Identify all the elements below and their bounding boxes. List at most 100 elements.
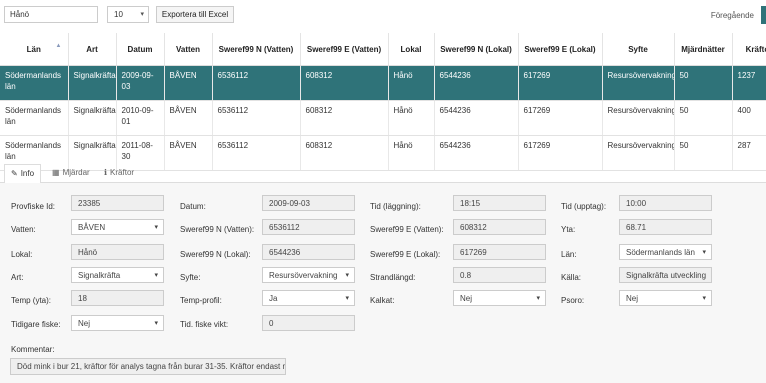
toolbar: 10 ▾ Exportera till Excel Föregående [0,0,766,30]
provfiske-id-field[interactable]: 23385 [71,195,164,211]
table-row[interactable]: Södermanlands län Signalkräfta 2010-09-0… [0,100,766,136]
psoro-select[interactable]: Nej ▾ [619,290,712,306]
chevron-down-icon: ▾ [154,272,158,279]
cell-sweref-n-vatten: 6536112 [212,100,301,136]
tid-laggning-field[interactable]: 18:15 [453,195,546,211]
export-excel-button[interactable]: Exportera till Excel [156,6,234,23]
temp-profil-select[interactable]: Ja ▾ [262,290,355,306]
cell-datum: 2010-09-01 [116,100,165,136]
kalkat-label: Kalkat: [370,296,395,305]
chevron-down-icon: ▾ [345,295,349,302]
syfte-value: Resursövervakning [269,271,338,280]
table-icon: ▦ [52,168,60,177]
chevron-down-icon: ▾ [702,295,706,302]
chevron-down-icon: ▾ [345,272,349,279]
syfte-select[interactable]: Resursövervakning ▾ [262,267,355,283]
lan-label: Län: [561,250,577,259]
tidigare-fiske-label: Tidigare fiske: [11,320,61,329]
col-header-lan[interactable]: Län ▲ [0,33,69,66]
strandlangd-field[interactable]: 0.8 [453,267,546,283]
results-table: Län ▲ Art Datum Vatten Sweref99 N (Vatten… [0,33,766,171]
chevron-down-icon: ▾ [702,249,706,256]
search-input[interactable] [4,6,98,23]
art-label: Art: [11,273,24,282]
tab-label: Info [20,169,35,178]
tab-kraftor[interactable]: ℹ Kräftor [98,164,140,182]
sort-asc-icon: ▲ [55,43,62,49]
sweref-e-vatten-field[interactable]: 608312 [453,219,546,235]
yta-label: Yta: [561,225,576,234]
cell-datum: 2009-09-03 [116,65,165,101]
tab-info[interactable]: ✎ Info [4,164,42,184]
chevron-down-icon: ▾ [536,295,540,302]
cell-vatten: BÅVEN [164,65,213,101]
cell-lan: Södermanlands län [0,100,69,136]
cell-lan: Södermanlands län [0,65,69,101]
tab-mjardar[interactable]: ▦ Mjärdar [46,164,96,182]
col-header-kraftor[interactable]: Kräftor [732,33,766,66]
sweref-n-vatten-label: Sweref99 N (Vatten): [180,225,255,234]
temp-profil-value: Ja [269,294,278,303]
col-header-lokal[interactable]: Lokal [388,33,435,66]
kommentar-label: Kommentar: [11,345,55,354]
psoro-value: Nej [626,294,639,303]
cell-sweref-e-lokal: 617269 [518,65,603,101]
syfte-label: Syfte: [180,273,201,282]
temp-yta-label: Temp (yta): [11,296,52,305]
temp-profil-label: Temp-profil: [180,296,222,305]
sweref-n-vatten-field[interactable]: 6536112 [262,219,355,235]
col-header-sweref-e-lokal[interactable]: Sweref99 E (Lokal) [518,33,603,66]
cell-sweref-e-vatten: 608312 [300,100,389,136]
kommentar-field[interactable]: Död mink i bur 21, kräftor för analys ta… [10,358,286,375]
kalla-field[interactable]: Signalkräfta utveckling [619,267,712,283]
col-header-vatten[interactable]: Vatten [164,33,213,66]
cell-sweref-n-vatten: 6536112 [212,65,301,101]
col-header-art[interactable]: Art [68,33,117,66]
lan-select[interactable]: Södermanlands län ▾ [619,244,712,260]
kalkat-select[interactable]: Nej ▾ [453,290,546,306]
col-header-mjardnatter[interactable]: Mjärdnätter [674,33,733,66]
temp-yta-field[interactable]: 18 [71,290,164,306]
tid-upptag-field[interactable]: 10:00 [619,195,712,211]
sweref-e-vatten-label: Sweref99 E (Vatten): [370,225,444,234]
cell-art: Signalkräfta [68,100,117,136]
tid-upptag-label: Tid (upptag): [561,202,607,211]
cell-lokal: Hånö [388,100,435,136]
detail-tabs: ✎ Info ▦ Mjärdar ℹ Kräftor [0,160,766,184]
sweref-n-lokal-field[interactable]: 6544236 [262,244,355,260]
tid-laggning-label: Tid (läggning): [370,202,421,211]
previous-page-link[interactable]: Föregående [711,11,754,20]
sweref-e-lokal-field[interactable]: 617269 [453,244,546,260]
sweref-e-lokal-label: Sweref99 E (Lokal): [370,250,441,259]
chevron-down-icon: ▾ [140,11,144,18]
col-header-datum[interactable]: Datum [116,33,165,66]
next-page-edge[interactable] [761,6,766,24]
cell-kraftor: 400 [732,100,766,136]
tidigare-fiske-select[interactable]: Nej ▾ [71,315,164,331]
col-header-sweref-n-lokal[interactable]: Sweref99 N (Lokal) [434,33,519,66]
page-size-value: 10 [114,10,123,19]
cell-vatten: BÅVEN [164,100,213,136]
col-header-sweref-n-vatten[interactable]: Sweref99 N (Vatten) [212,33,301,66]
yta-field[interactable]: 68.71 [619,219,712,235]
tab-label: Kräftor [110,168,135,177]
lokal-field[interactable]: Hånö [71,244,164,260]
cell-mjardnatter: 50 [674,100,733,136]
pencil-icon: ✎ [11,169,18,178]
art-value: Signalkräfta [78,271,121,280]
col-header-sweref-e-vatten[interactable]: Sweref99 E (Vatten) [300,33,389,66]
cell-sweref-n-lokal: 6544236 [434,65,519,101]
chevron-down-icon: ▾ [154,320,158,327]
cell-lokal: Hånö [388,65,435,101]
col-header-syfte[interactable]: Syfte [602,33,675,66]
col-header-label: Län [26,44,41,54]
vatten-select[interactable]: BÅVEN ▾ [71,219,164,235]
datum-field[interactable]: 2009-09-03 [262,195,355,211]
page-size-select[interactable]: 10 ▾ [107,6,149,23]
cell-syfte: Resursövervakning [602,100,675,136]
psoro-label: Psoro: [561,296,585,305]
art-select[interactable]: Signalkräfta ▾ [71,267,164,283]
table-row[interactable]: Södermanlands län Signalkräfta 2009-09-0… [0,65,766,101]
datum-label: Datum: [180,202,206,211]
tid-fiske-vikt-field[interactable]: 0 [262,315,355,331]
